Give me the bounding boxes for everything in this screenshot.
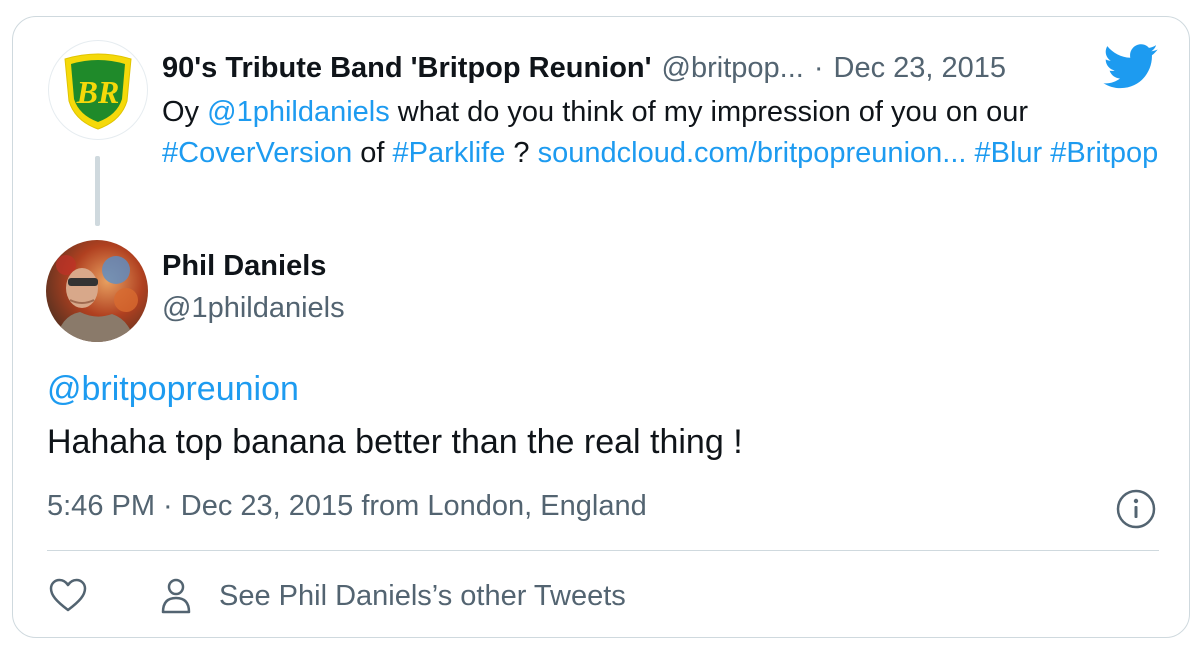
quoted-text-link[interactable]: #Britpop bbox=[1050, 137, 1158, 169]
info-icon[interactable] bbox=[1115, 488, 1157, 530]
header-separator: · bbox=[813, 51, 824, 84]
quoted-text-link[interactable]: #CoverVersion bbox=[162, 137, 352, 169]
quoted-text-segment: of bbox=[352, 137, 393, 169]
action-divider bbox=[47, 550, 1159, 551]
see-other-tweets-link[interactable]: See Phil Daniels’s other Tweets bbox=[160, 576, 626, 616]
br-logo-text: BR bbox=[76, 74, 120, 110]
quoted-text-link[interactable]: @1phildaniels bbox=[207, 96, 390, 128]
see-other-tweets-label: See Phil Daniels’s other Tweets bbox=[219, 579, 626, 612]
quoted-tweet-text: Oy @1phildaniels what do you think of my… bbox=[162, 92, 1162, 174]
quoted-text-segment: ? bbox=[505, 137, 538, 169]
heart-icon[interactable] bbox=[48, 576, 88, 616]
quoted-text-link[interactable]: #Parklife bbox=[393, 137, 506, 169]
quoted-text-link[interactable]: #Blur bbox=[975, 137, 1043, 169]
britpop-reunion-avatar[interactable]: BR bbox=[48, 40, 148, 140]
user-icon bbox=[161, 578, 191, 614]
quoted-tweet-date[interactable]: Dec 23, 2015 bbox=[834, 52, 1007, 85]
tweet-timestamp[interactable]: 5:46 PM · Dec 23, 2015 from London, Engl… bbox=[47, 490, 647, 523]
phil-daniels-avatar[interactable] bbox=[46, 240, 148, 342]
reply-mention-link[interactable]: @britpopreunion bbox=[47, 370, 299, 409]
twitter-bird-icon[interactable] bbox=[1103, 44, 1159, 90]
quoted-text-link[interactable]: soundcloud.com/britpopreunion... bbox=[538, 137, 967, 169]
quoted-text-segment bbox=[966, 137, 974, 169]
quoted-author-handle[interactable]: @britpop... bbox=[662, 52, 804, 85]
quoted-text-segment: what do you think of my impression of yo… bbox=[389, 96, 1029, 128]
reply-tweet-text: Hahaha top banana better than the real t… bbox=[47, 423, 743, 461]
quoted-tweet-header: 90's Tribute Band 'Britpop Reunion' @bri… bbox=[162, 48, 1006, 88]
thread-connector-line bbox=[95, 156, 100, 226]
reply-author-name[interactable]: Phil Daniels bbox=[162, 250, 326, 283]
quoted-text-segment: Oy bbox=[162, 96, 208, 128]
quoted-author-name[interactable]: 90's Tribute Band 'Britpop Reunion' bbox=[162, 52, 652, 85]
reply-author-handle[interactable]: @1phildaniels bbox=[162, 292, 345, 325]
avatar-photo bbox=[46, 240, 148, 342]
br-shield-logo: BR bbox=[64, 53, 132, 130]
